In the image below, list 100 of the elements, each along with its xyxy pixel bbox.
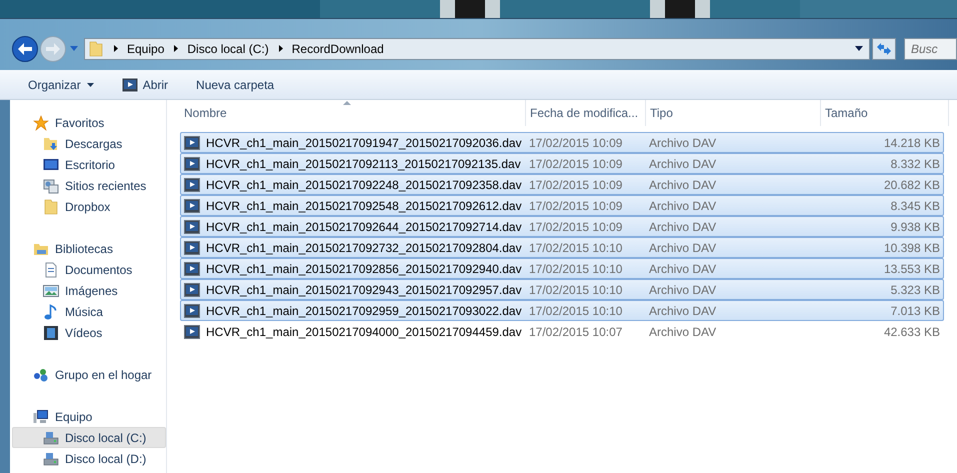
- organize-menu-button[interactable]: Organizar: [28, 76, 94, 94]
- column-header[interactable]: Tipo: [646, 100, 821, 126]
- sidebar-item[interactable]: Grupo en el hogar: [12, 364, 166, 385]
- document-icon: [42, 262, 59, 278]
- type-cell-text: Archivo DAV: [648, 260, 718, 278]
- image-icon: [42, 282, 59, 298]
- size-cell-text: 42.633 KB: [882, 324, 941, 340]
- type-cell-text: Archivo DAV: [648, 134, 718, 152]
- homegroup-icon: [32, 366, 49, 382]
- file-row[interactable]: HCVR_ch1_main_20150217092732_20150217092804.dav 17/02/2015 10:10 Archivo DAV 10.398 KB: [180, 237, 944, 258]
- file-name: HCVR_ch1_main_20150217092856_20150217092940.dav: [206, 260, 522, 278]
- file-row[interactable]: HCVR_ch1_main_20150217092943_20150217092957.dav 17/02/2015 10:10 Archivo DAV 5.323 KB: [180, 279, 944, 300]
- sidebar-item[interactable]: Favoritos: [12, 112, 166, 133]
- video-file-icon: [184, 156, 200, 170]
- video-file-icon: [184, 262, 200, 276]
- file-name: HCVR_ch1_main_20150217094000_20150217094459.dav: [206, 324, 522, 340]
- play-window-icon: [122, 78, 138, 92]
- right-arrow-icon: [46, 42, 60, 54]
- type-cell-text: Archivo DAV: [648, 176, 718, 194]
- size-cell-text: 10.398 KB: [882, 240, 941, 256]
- type-cell-text: Archivo DAV: [648, 240, 718, 256]
- video-file-icon: [184, 198, 200, 212]
- column-header[interactable]: Fecha de modifica...: [526, 100, 646, 126]
- sidebar-item[interactable]: Vídeos: [12, 322, 166, 343]
- column-header[interactable]: Tamaño: [821, 100, 949, 126]
- type-cell-text: Archivo DAV: [648, 282, 718, 298]
- file-row[interactable]: HCVR_ch1_main_20150217092548_20150217092612.dav 17/02/2015 10:09 Archivo DAV 8.345 KB: [180, 195, 944, 216]
- breadcrumb-item[interactable]: RecordDownload: [292, 40, 384, 58]
- video-file-icon: [184, 324, 200, 338]
- file-row[interactable]: HCVR_ch1_main_20150217092959_20150217093022.dav 17/02/2015 10:10 Archivo DAV 7.013 KB: [180, 300, 944, 321]
- date-cell-text: 17/02/2015 10:10: [528, 282, 624, 298]
- sidebar-item[interactable]: Equipo: [12, 406, 166, 427]
- chevron-right-icon: [114, 45, 118, 52]
- refresh-button[interactable]: [872, 38, 896, 60]
- recent-places-icon: [42, 178, 59, 194]
- sidebar-item[interactable]: Dropbox: [12, 196, 166, 217]
- file-name: HCVR_ch1_main_20150217091947_20150217092036.dav: [206, 134, 522, 152]
- size-cell-text: 14.218 KB: [882, 134, 941, 152]
- file-row[interactable]: HCVR_ch1_main_20150217092113_20150217092135.dav 17/02/2015 10:09 Archivo DAV 8.332 KB: [180, 153, 944, 174]
- size-cell-text: 5.323 KB: [890, 282, 941, 298]
- video-file-icon: [184, 220, 200, 234]
- date-cell-text: 17/02/2015 10:09: [528, 198, 624, 214]
- sidebar-item[interactable]: Escritorio: [12, 154, 166, 175]
- star-icon: [32, 114, 49, 130]
- file-name: HCVR_ch1_main_20150217092732_20150217092804.dav: [206, 240, 522, 256]
- file-row[interactable]: HCVR_ch1_main_20150217092644_20150217092714.dav 17/02/2015 10:09 Archivo DAV 9.938 KB: [180, 216, 944, 237]
- sidebar-item[interactable]: Disco local (C:): [12, 427, 166, 448]
- file-name: HCVR_ch1_main_20150217092959_20150217093022.dav: [206, 302, 522, 320]
- video-file-icon: [184, 136, 200, 150]
- type-cell-text: Archivo DAV: [648, 156, 718, 172]
- sidebar-item[interactable]: Documentos: [12, 259, 166, 280]
- type-cell-text: Archivo DAV: [648, 218, 718, 236]
- back-button[interactable]: [12, 36, 38, 62]
- file-name: HCVR_ch1_main_20150217092943_20150217092957.dav: [206, 282, 522, 298]
- music-note-icon: [42, 304, 59, 320]
- date-cell-text: 17/02/2015 10:09: [528, 156, 624, 172]
- date-cell-text: 17/02/2015 10:09: [528, 218, 624, 236]
- size-cell-text: 13.553 KB: [882, 260, 941, 278]
- dropdown-caret-icon[interactable]: [855, 46, 863, 51]
- address-bar[interactable]: Equipo Disco local (C:) RecordDownload: [84, 38, 870, 60]
- size-cell-text: 20.682 KB: [882, 176, 941, 194]
- file-row[interactable]: HCVR_ch1_main_20150217092248_20150217092358.dav 17/02/2015 10:09 Archivo DAV 20.682 KB: [180, 174, 944, 195]
- date-cell-text: 17/02/2015 10:10: [528, 302, 624, 320]
- size-cell-text: 8.345 KB: [890, 198, 941, 214]
- date-cell-text: 17/02/2015 10:09: [528, 176, 624, 194]
- date-cell-text: 17/02/2015 10:10: [528, 260, 624, 278]
- type-cell-text: Archivo DAV: [648, 198, 718, 214]
- video-file-icon: [184, 304, 200, 318]
- open-button[interactable]: Abrir: [122, 76, 168, 94]
- video-file-icon: [184, 178, 200, 192]
- file-row[interactable]: HCVR_ch1_main_20150217094000_20150217094459.dav 17/02/2015 10:07 Archivo DAV 42.633 KB: [180, 321, 944, 342]
- sidebar-item[interactable]: Bibliotecas: [12, 238, 166, 259]
- folder-download-icon: [42, 136, 59, 152]
- column-header[interactable]: Nombre: [180, 100, 526, 126]
- sidebar-item[interactable]: Disco local (D:): [12, 448, 166, 469]
- sidebar-item[interactable]: Imágenes: [12, 280, 166, 301]
- video-file-icon: [184, 282, 200, 296]
- file-name: HCVR_ch1_main_20150217092548_20150217092612.dav: [206, 198, 522, 214]
- file-name: HCVR_ch1_main_20150217092644_20150217092714.dav: [206, 218, 522, 236]
- sidebar-item[interactable]: Descargas: [12, 133, 166, 154]
- breadcrumb-item[interactable]: Equipo: [127, 40, 164, 58]
- sidebar-item[interactable]: Música: [12, 301, 166, 322]
- drive-icon: [42, 450, 59, 466]
- search-field[interactable]: Busc: [904, 38, 957, 60]
- file-row[interactable]: HCVR_ch1_main_20150217091947_20150217092036.dav 17/02/2015 10:09 Archivo DAV 14.218 KB: [180, 132, 944, 153]
- chevron-right-icon: [174, 45, 178, 52]
- size-cell-text: 9.938 KB: [890, 218, 941, 236]
- type-cell-text: Archivo DAV: [648, 302, 718, 320]
- film-icon: [42, 324, 59, 340]
- sidebar-item[interactable]: Sitios recientes: [12, 175, 166, 196]
- chevron-right-icon: [278, 45, 283, 52]
- file-row[interactable]: HCVR_ch1_main_20150217092856_20150217092940.dav 17/02/2015 10:10 Archivo DAV 13.553 KB: [180, 258, 944, 279]
- drive-icon: [42, 430, 59, 446]
- date-cell-text: 17/02/2015 10:10: [528, 240, 624, 256]
- date-cell-text: 17/02/2015 10:07: [528, 324, 624, 340]
- video-file-icon: [184, 240, 200, 254]
- new-folder-button[interactable]: Nueva carpeta: [196, 76, 274, 94]
- file-name: HCVR_ch1_main_20150217092248_20150217092358.dav: [206, 176, 522, 194]
- file-name: HCVR_ch1_main_20150217092113_20150217092135.dav: [206, 156, 521, 172]
- breadcrumb-item[interactable]: Disco local (C:): [187, 40, 269, 58]
